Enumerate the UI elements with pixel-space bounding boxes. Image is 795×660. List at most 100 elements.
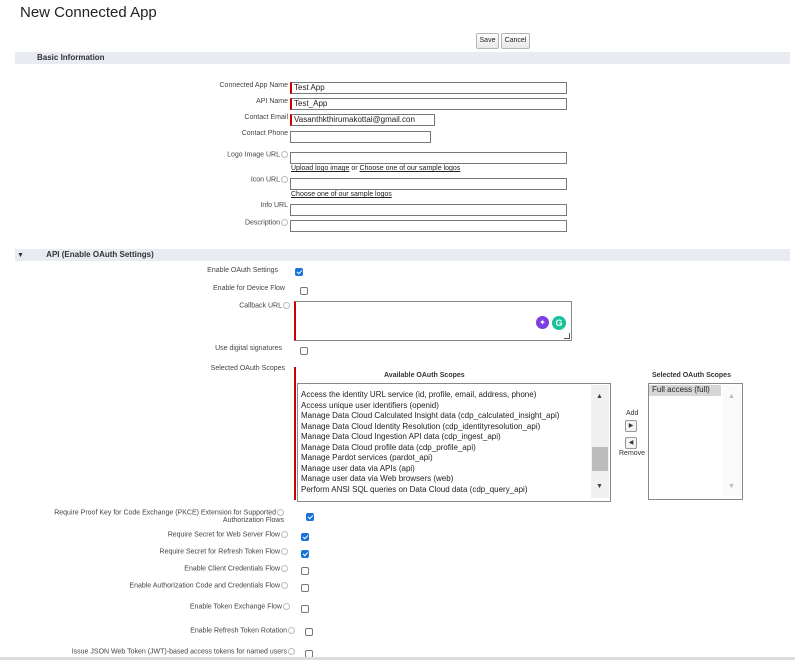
- scroll-down-icon[interactable]: ▼: [596, 483, 603, 490]
- remove-scope-button[interactable]: ◀: [625, 437, 637, 449]
- logo-url-input[interactable]: [290, 152, 567, 164]
- selected-scopes-header: Selected OAuth Scopes: [652, 372, 731, 379]
- contact-phone-input[interactable]: [290, 131, 431, 143]
- help-icon[interactable]: [283, 302, 290, 309]
- client-credentials-label-text: Enable Client Credentials Flow: [184, 565, 280, 573]
- info-url-input[interactable]: [290, 204, 567, 216]
- logo-url-label-text: Logo Image URL: [227, 151, 280, 159]
- secret-refresh-checkbox[interactable]: [301, 550, 309, 558]
- add-label: Add: [626, 410, 639, 417]
- enable-oauth-checkbox[interactable]: [295, 268, 303, 276]
- section-title-basic: Basic Information: [37, 53, 105, 62]
- save-button[interactable]: Save: [476, 33, 499, 49]
- available-scope-option[interactable]: Manage Data Cloud profile data (cdp_prof…: [298, 443, 588, 454]
- help-icon[interactable]: [281, 151, 288, 158]
- description-label: Description: [245, 219, 288, 226]
- upload-logo-link[interactable]: Upload logo image: [291, 165, 349, 172]
- pkce-label-line2: Authorization Flows: [222, 517, 284, 525]
- contact-email-input[interactable]: Vasanthkthirumakottai@gmail.con: [290, 114, 435, 126]
- refresh-rotation-checkbox[interactable]: [305, 628, 313, 636]
- section-title-api: API (Enable OAuth Settings): [46, 250, 154, 259]
- scrollbar-thumb[interactable]: [592, 447, 608, 471]
- scroll-down-icon[interactable]: ▼: [728, 483, 735, 490]
- required-indicator: [294, 367, 296, 500]
- resize-handle-icon[interactable]: [564, 333, 570, 339]
- help-icon[interactable]: [281, 565, 288, 572]
- remove-label: Remove: [619, 450, 646, 457]
- digital-signatures-checkbox[interactable]: [300, 347, 308, 355]
- sample-logos-link[interactable]: Choose one of our sample logos: [360, 165, 461, 172]
- pkce-checkbox[interactable]: [306, 513, 314, 521]
- available-scope-option[interactable]: Manage Data Cloud Ingestion API data (cd…: [298, 432, 588, 443]
- available-scopes-header: Available OAuth Scopes: [384, 372, 465, 379]
- icon-url-label-text: Icon URL: [250, 176, 280, 184]
- assistant-extension-icon[interactable]: ✦: [536, 316, 549, 329]
- help-icon[interactable]: [277, 509, 284, 516]
- help-icon[interactable]: [281, 219, 288, 226]
- available-scope-option[interactable]: Manage Data Cloud Calculated Insight dat…: [298, 411, 588, 422]
- auth-code-checkbox[interactable]: [301, 584, 309, 592]
- help-icon[interactable]: [288, 627, 295, 634]
- available-scopes-scrollbar[interactable]: ▲ ▼: [591, 385, 609, 498]
- available-scope-option[interactable]: Perform ANSI SQL queries on Data Cloud d…: [298, 485, 588, 496]
- help-icon[interactable]: [283, 603, 290, 610]
- device-flow-checkbox[interactable]: [300, 287, 308, 295]
- selected-scope-option[interactable]: Full access (full): [649, 385, 721, 396]
- icon-sample-logos-link[interactable]: Choose one of our sample logos: [291, 191, 392, 198]
- app-name-label: Connected App Name: [219, 82, 289, 89]
- cancel-button[interactable]: Cancel: [501, 33, 530, 49]
- available-scope-option[interactable]: Access the identity URL service (id, pro…: [298, 390, 588, 401]
- page-title: New Connected App: [20, 4, 157, 21]
- api-name-input[interactable]: Test_App: [290, 98, 567, 110]
- help-icon[interactable]: [281, 176, 288, 183]
- scroll-up-icon[interactable]: ▲: [596, 393, 603, 400]
- help-icon[interactable]: [288, 648, 295, 655]
- available-scope-option[interactable]: Access unique user identifiers (openid): [298, 401, 588, 412]
- contact-email-label: Contact Email: [244, 114, 288, 121]
- selected-scopes-scrollbar[interactable]: ▲ ▼: [723, 385, 741, 496]
- token-exchange-checkbox[interactable]: [301, 605, 309, 613]
- auth-code-label: Enable Authorization Code and Credential…: [129, 582, 288, 589]
- secret-web-label-text: Require Secret for Web Server Flow: [167, 531, 280, 539]
- arrow-left-icon: ◀: [628, 440, 634, 446]
- icon-links: Choose one of our sample logos: [291, 191, 392, 198]
- api-name-label: API Name: [256, 98, 288, 105]
- selected-scopes-list[interactable]: Full access (full) ▲ ▼: [648, 383, 743, 500]
- collapse-triangle-icon[interactable]: ▼: [17, 252, 24, 259]
- contact-phone-label: Contact Phone: [241, 130, 288, 137]
- secret-web-checkbox[interactable]: [301, 533, 309, 541]
- available-scope-option[interactable]: Manage user data via APIs (api): [298, 464, 588, 475]
- client-credentials-label: Enable Client Credentials Flow: [184, 565, 288, 572]
- available-scopes-list[interactable]: Access the identity URL service (id, pro…: [297, 383, 611, 502]
- refresh-rotation-label: Enable Refresh Token Rotation: [190, 627, 295, 634]
- help-icon[interactable]: [281, 531, 288, 538]
- callback-url-label-text: Callback URL: [239, 302, 282, 310]
- digital-signatures-label: Use digital signatures: [215, 345, 282, 352]
- description-input[interactable]: [290, 220, 567, 232]
- available-scope-option[interactable]: Manage Data Cloud Identity Resolution (c…: [298, 422, 588, 433]
- logo-links: Upload logo image or Choose one of our s…: [291, 165, 460, 172]
- client-credentials-checkbox[interactable]: [301, 567, 309, 575]
- info-url-label: Info URL: [260, 202, 288, 209]
- help-icon[interactable]: [281, 548, 288, 555]
- selected-scopes-options: Full access (full): [649, 385, 721, 396]
- available-scope-option[interactable]: Manage user data via Web browsers (web): [298, 474, 588, 485]
- section-header-basic: Basic Information: [15, 52, 790, 64]
- scroll-up-icon[interactable]: ▲: [728, 393, 735, 400]
- enable-oauth-label: Enable OAuth Settings: [207, 267, 278, 274]
- icon-url-input[interactable]: [290, 178, 567, 190]
- pkce-label: Require Proof Key for Code Exchange (PKC…: [54, 509, 284, 525]
- add-scope-button[interactable]: ▶: [625, 420, 637, 432]
- help-icon[interactable]: [281, 582, 288, 589]
- grammarly-icon[interactable]: G: [552, 316, 566, 330]
- callback-url-textarea[interactable]: ✦ G: [294, 301, 572, 341]
- secret-web-label: Require Secret for Web Server Flow: [168, 531, 288, 538]
- available-scope-option[interactable]: Manage Pardot services (pardot_api): [298, 453, 588, 464]
- jwt-label-text: Issue JSON Web Token (JWT)-based access …: [71, 648, 287, 656]
- description-label-text: Description: [244, 219, 280, 227]
- icon-url-label: Icon URL: [251, 176, 288, 183]
- app-name-input[interactable]: Test App: [290, 82, 567, 94]
- refresh-rotation-label-text: Enable Refresh Token Rotation: [190, 627, 287, 635]
- callback-url-label: Callback URL: [239, 302, 290, 309]
- device-flow-label: Enable for Device Flow: [213, 285, 285, 292]
